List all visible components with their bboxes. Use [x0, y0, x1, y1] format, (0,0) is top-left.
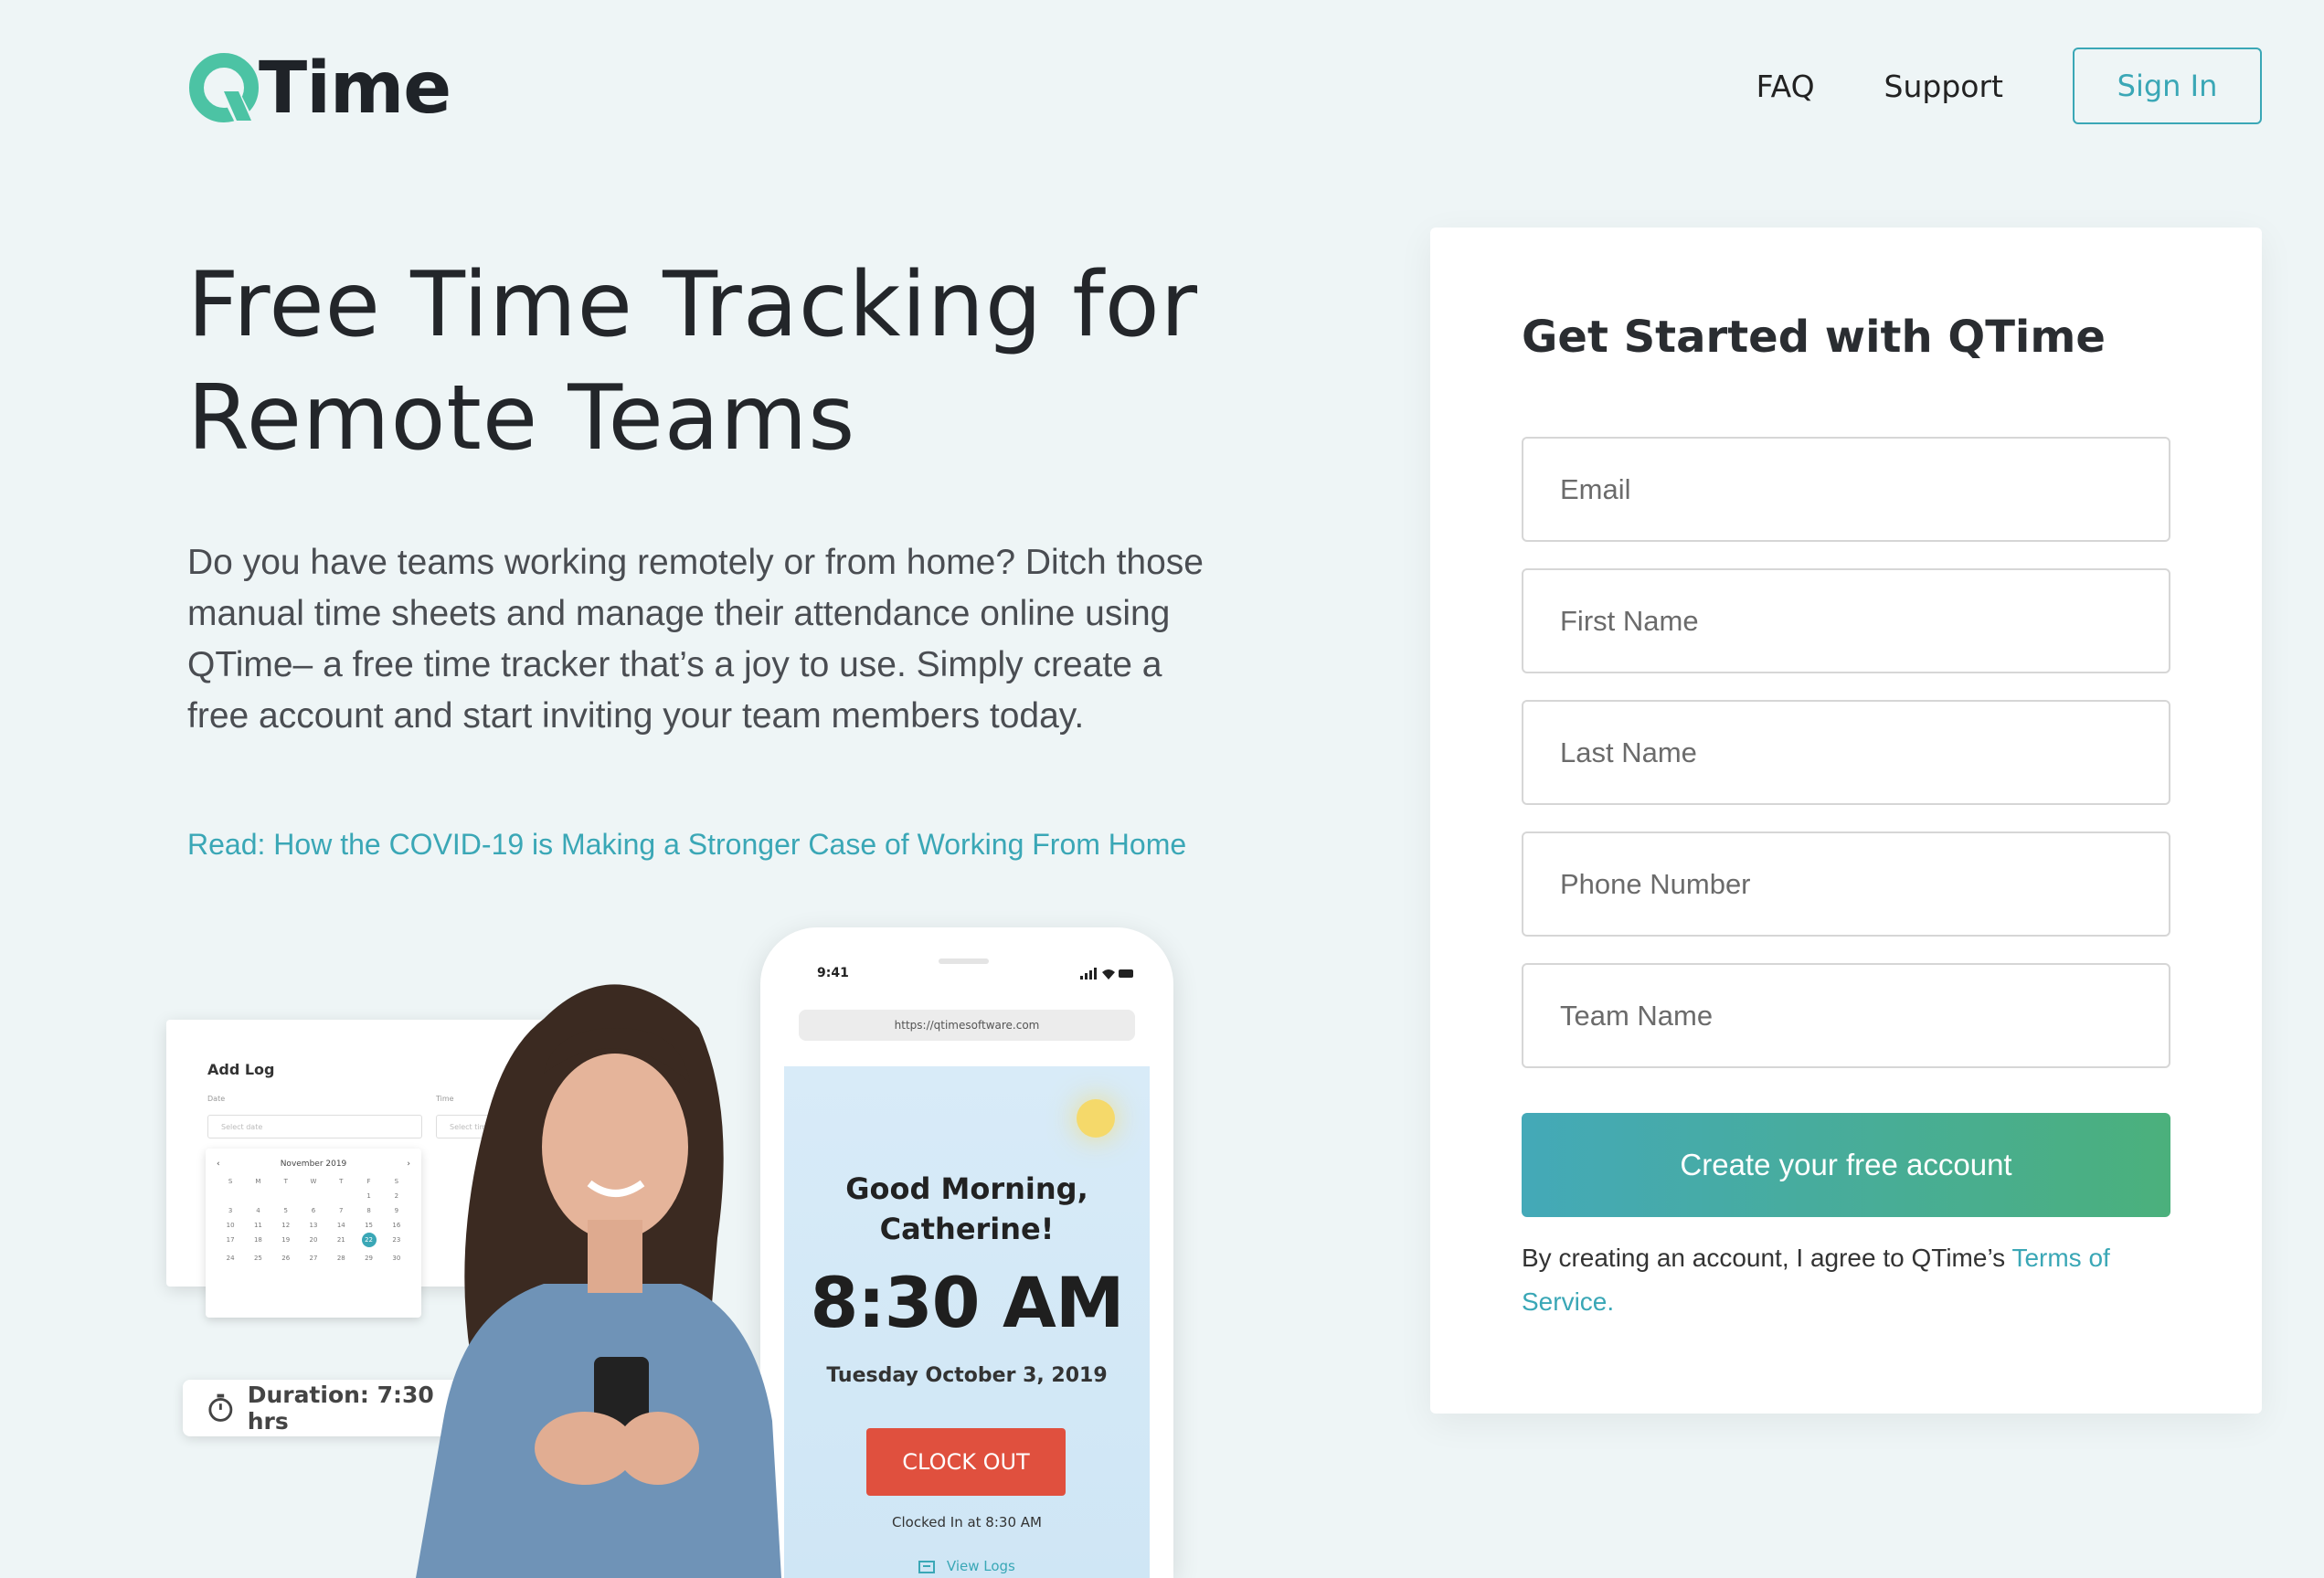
logs-icon: [918, 1560, 936, 1573]
calendar-day: 24: [226, 1255, 235, 1262]
calendar-day: 10: [226, 1222, 235, 1229]
greeting: Good Morning, Catherine!: [784, 1169, 1150, 1249]
calendar-day: [300, 1192, 327, 1200]
hero-title: Free Time Tracking for Remote Teams: [187, 249, 1284, 475]
stopwatch-icon: [208, 1393, 233, 1422]
view-logs-link: View Logs: [784, 1558, 1150, 1574]
phone-speaker: [939, 958, 989, 964]
calendar-day: 27: [309, 1255, 318, 1262]
calendar-day: [327, 1192, 355, 1200]
calendar-day: 8: [366, 1207, 371, 1214]
signup-title: Get Started with QTime: [1522, 312, 2106, 363]
logo-text: Time: [259, 48, 451, 130]
terms-text: By creating an account, I agree to QTime…: [1522, 1236, 2180, 1324]
date-field: Select date: [207, 1115, 422, 1138]
signal-icon: [1080, 968, 1135, 983]
phone-status-time: 9:41: [817, 966, 849, 980]
hero-title-line2: Remote Teams: [187, 366, 856, 471]
calendar-day: [272, 1192, 300, 1200]
calendar-day: 1: [366, 1192, 371, 1200]
calendar-day: 14: [336, 1222, 345, 1229]
calendar-weekday: W: [310, 1178, 317, 1185]
calendar-day: 17: [226, 1236, 235, 1244]
calendar-day: 25: [253, 1255, 262, 1262]
add-log-title: Add Log: [207, 1061, 275, 1078]
last-name-field[interactable]: [1522, 700, 2170, 805]
clock-time: 8:30 AM: [810, 1262, 1125, 1343]
team-name-field[interactable]: [1522, 963, 2170, 1068]
calendar-month-label: November 2019: [280, 1160, 347, 1169]
calendar-day: 12: [281, 1222, 291, 1229]
calendar-day: 20: [309, 1236, 318, 1244]
sign-in-button[interactable]: Sign In: [2073, 48, 2262, 124]
calendar-day: 19: [281, 1236, 291, 1244]
sun-icon: [1077, 1099, 1115, 1138]
calendar-weekday: T: [339, 1178, 344, 1185]
calendar-day: 3: [228, 1207, 233, 1214]
email-field[interactable]: [1522, 437, 2170, 542]
hero-title-line1: Free Time Tracking for: [187, 253, 1198, 357]
calendar-day: 18: [253, 1236, 262, 1244]
calendar-day: [217, 1192, 244, 1200]
woman-with-phone-photo: [416, 984, 781, 1578]
calendar-day: 13: [309, 1222, 318, 1229]
calendar-day: 21: [336, 1236, 345, 1244]
calendar-month: ‹ November 2019 ›: [217, 1160, 410, 1169]
logo[interactable]: Time: [187, 48, 451, 130]
calendar-day: 26: [281, 1255, 291, 1262]
first-name-field[interactable]: [1522, 568, 2170, 673]
calendar-day: 15: [365, 1222, 374, 1229]
calendar-popup: ‹ November 2019 › S M T W T F S 1 2 3 4 5 6 7 8 9 10 11 12…: [206, 1149, 421, 1318]
nav-support-link[interactable]: Support: [1884, 69, 2003, 104]
greeting-line2: Catherine!: [879, 1212, 1055, 1246]
phone-screen: Good Morning, Catherine! 8:30 AM Tuesday…: [784, 1066, 1150, 1578]
calendar-day: 4: [256, 1207, 260, 1214]
calendar-day: 29: [365, 1255, 374, 1262]
nav-faq-link[interactable]: FAQ: [1756, 69, 1815, 104]
terms-prefix: By creating an account, I agree to QTime…: [1522, 1244, 2012, 1272]
phone-number-field[interactable]: [1522, 831, 2170, 937]
calendar-day: 28: [336, 1255, 345, 1262]
covid-article-link[interactable]: Read: How the COVID-19 is Making a Stron…: [187, 828, 1186, 862]
signup-card: Get Started with QTime Create your free …: [1430, 228, 2262, 1414]
calendar-weekday: F: [366, 1178, 371, 1185]
hero-description: Do you have teams working remotely or fr…: [187, 543, 1204, 736]
create-account-button[interactable]: Create your free account: [1522, 1113, 2170, 1217]
calendar-prev-icon: ‹: [217, 1160, 220, 1169]
calendar-grid: S M T W T F S 1 2 3 4 5 6 7 8 9 10 11 12 13 14 15 16 17 18 19 20 21…: [217, 1178, 410, 1262]
top-nav: FAQ Support Sign In: [1756, 48, 2262, 124]
calendar-day: 6: [311, 1207, 316, 1214]
calendar-day: [244, 1192, 271, 1200]
calendar-weekday: T: [283, 1178, 288, 1185]
phone-url-bar: https://qtimesoftware.com: [799, 1010, 1135, 1041]
qtime-logo-icon: [187, 51, 262, 126]
clock-date: Tuesday October 3, 2019: [826, 1364, 1108, 1387]
view-logs-text: View Logs: [946, 1558, 1015, 1574]
clock-out-button: CLOCK OUT: [866, 1428, 1066, 1496]
calendar-day: 7: [339, 1207, 344, 1214]
clocked-in-text: Clocked In at 8:30 AM: [892, 1514, 1042, 1530]
phone-mockup: 9:41 https://qtimesoftware.com Good Morn…: [760, 927, 1173, 1578]
calendar-day: 5: [283, 1207, 288, 1214]
calendar-day: 11: [253, 1222, 262, 1229]
greeting-line1: Good Morning,: [845, 1171, 1088, 1206]
calendar-weekday: S: [228, 1178, 233, 1185]
calendar-weekday: M: [255, 1178, 261, 1185]
calendar-day: 22: [361, 1233, 377, 1247]
date-label: Date: [207, 1095, 226, 1103]
